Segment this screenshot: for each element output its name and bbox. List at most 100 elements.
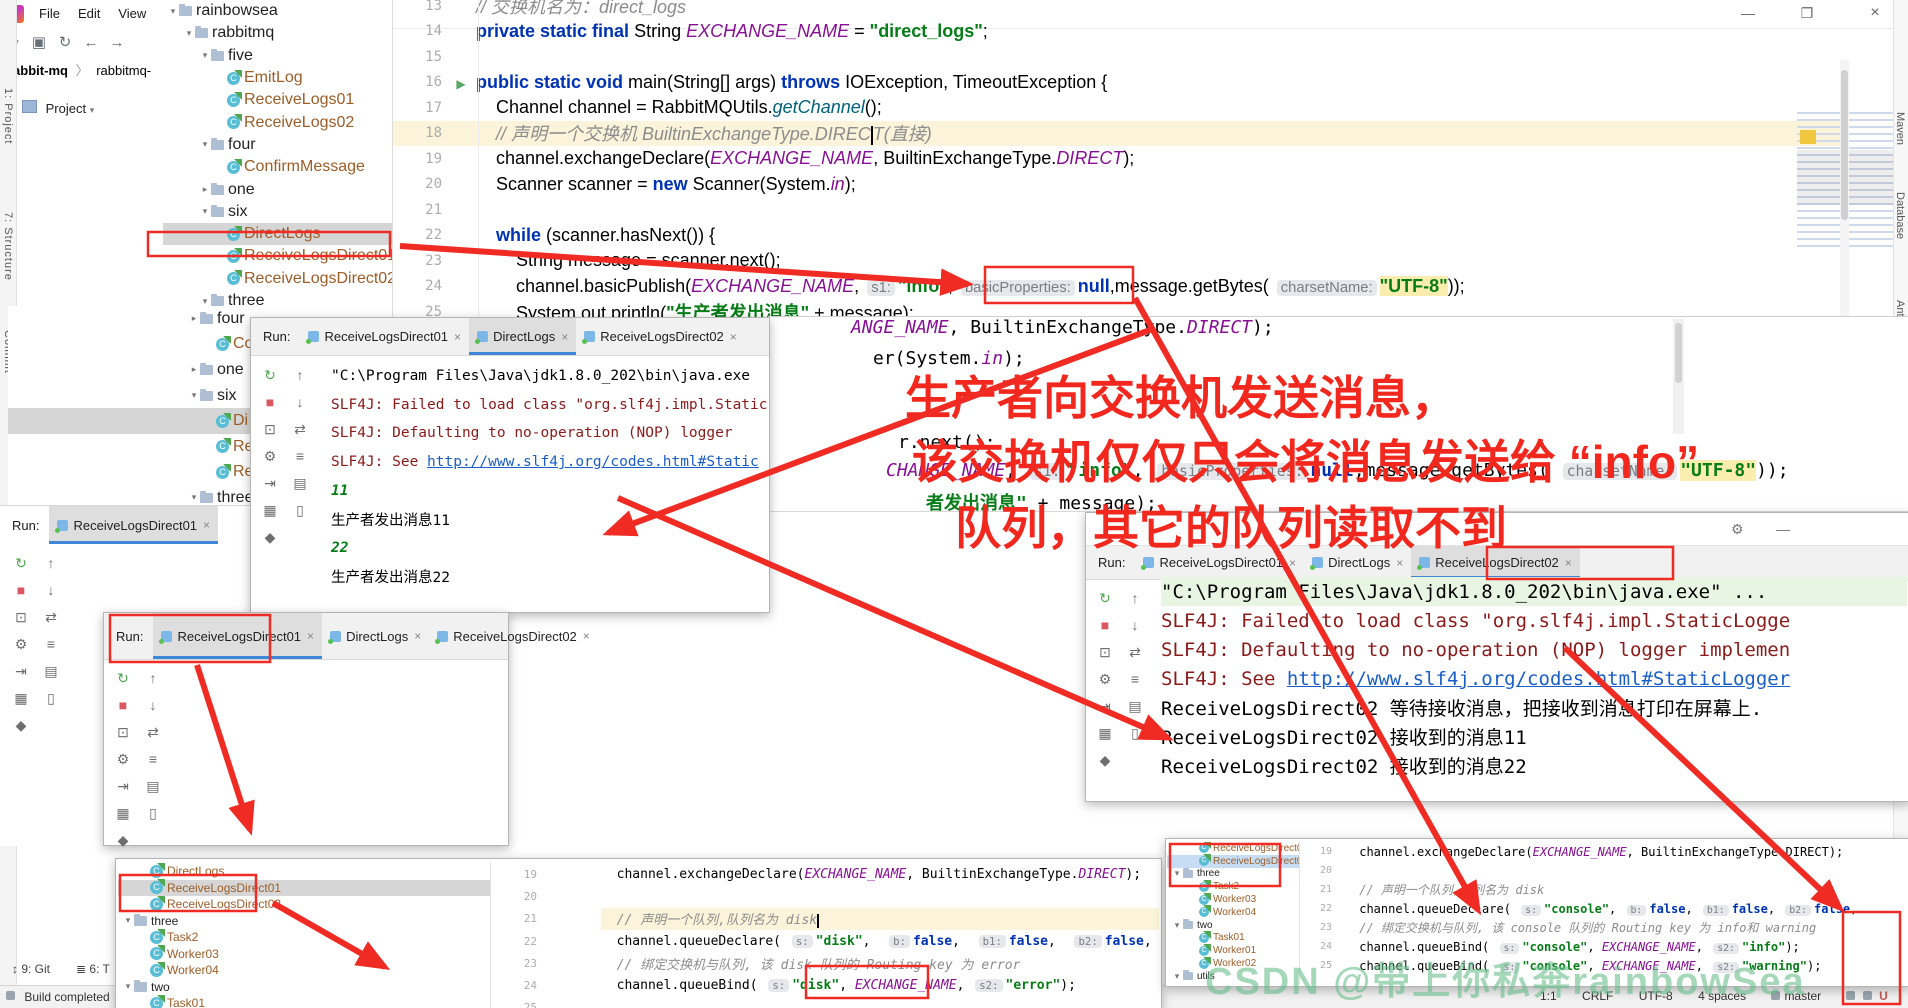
tree-item-rainbowsea[interactable]: ▾ rainbowsea — [163, 0, 392, 22]
toolwindow-database-button[interactable]: Database — [1894, 192, 1906, 239]
camera-icon[interactable]: ⊡ — [108, 719, 138, 746]
stop-icon[interactable]: ■ — [255, 389, 285, 416]
tree-item-receivelogsdirect01[interactable]: C ReceiveLogsDirect01 — [163, 245, 392, 267]
tree-item-task2[interactable]: C Task2 — [118, 929, 490, 946]
lock-icon[interactable] — [1846, 991, 1856, 1000]
toolbar-icon[interactable]: ← — [78, 28, 104, 58]
tree-item-four[interactable]: ▾ four — [163, 134, 392, 156]
chevron-down-icon[interactable]: ▾ — [1171, 971, 1183, 982]
tree-item-six[interactable]: ▾ six — [8, 383, 250, 409]
tree-item-receivelogsdirect01[interactable]: C ReceiveLogsDirect01 — [118, 879, 490, 896]
close-icon[interactable]: × — [561, 330, 568, 344]
exit-icon[interactable]: ⇥ — [255, 470, 285, 497]
tree-item-worker03[interactable]: C Worker03 — [118, 946, 490, 963]
menu-item[interactable]: File — [39, 0, 60, 28]
tree-item-re[interactable]: C Re — [8, 460, 250, 486]
pin-icon[interactable]: ◆ — [108, 827, 138, 854]
editor[interactable]: channel.exchangeDeclare(EXCHANGE_NAME, B… — [601, 863, 1159, 1008]
down-icon[interactable]: ↓ — [36, 577, 66, 604]
chevron-down-icon[interactable]: ▾ — [122, 915, 134, 926]
up-icon[interactable]: ↑ — [138, 665, 168, 692]
print-icon[interactable]: ▤ — [138, 773, 168, 800]
up-icon[interactable]: ↑ — [1120, 585, 1150, 612]
tree-item-directlogs[interactable]: C DirectLogs — [118, 863, 490, 880]
scroll-icon[interactable]: ≡ — [1120, 666, 1150, 693]
toolbar-icon[interactable]: ↻ — [52, 28, 78, 58]
gear-icon[interactable]: ⚙ — [1731, 521, 1744, 538]
up-icon[interactable]: ↑ — [285, 362, 315, 389]
rerun-icon[interactable]: ↻ — [108, 665, 138, 692]
grid-icon[interactable] — [6, 991, 15, 1000]
scroll-icon[interactable]: ≡ — [138, 746, 168, 773]
print-icon[interactable]: ▤ — [285, 470, 315, 497]
project-panel-header[interactable]: Project ▾ — [16, 96, 163, 122]
chevron-right-icon[interactable]: ▸ — [199, 184, 211, 195]
run-tab-receivelogsdirect01[interactable]: ReceiveLogsDirect01 × — [49, 506, 219, 544]
pin-icon[interactable]: ◆ — [1090, 747, 1120, 774]
toolwindow-project-button[interactable]: 1: Project — [2, 88, 14, 144]
breadcrumb[interactable]: rabbit-mq 〉 rabbitmq- — [0, 58, 163, 84]
exit-icon[interactable]: ⇥ — [1090, 693, 1120, 720]
run-tab-directlogs[interactable]: DirectLogs × — [469, 318, 577, 355]
breadcrumb-module[interactable]: rabbitmq- — [96, 63, 151, 78]
chevron-down-icon[interactable]: ▾ — [199, 206, 211, 217]
exit-icon[interactable]: ⇥ — [108, 773, 138, 800]
print-icon[interactable]: ▤ — [1120, 693, 1150, 720]
layout-icon[interactable]: ▦ — [6, 685, 36, 712]
layout-icon[interactable]: ▦ — [255, 497, 285, 524]
close-icon[interactable]: × — [414, 629, 421, 643]
tree-item-five[interactable]: ▾ five — [163, 45, 392, 67]
tree-item-receivelogs02[interactable]: C ReceiveLogs02 — [163, 111, 392, 133]
chevron-down-icon[interactable]: ▾ — [199, 296, 211, 307]
close-icon[interactable]: × — [454, 330, 461, 344]
tree-item-two[interactable]: ▾ two — [1167, 919, 1299, 932]
tree-item-task2[interactable]: C Task2 — [1167, 880, 1299, 893]
toolwindow-structure-button[interactable]: 7: Structure — [2, 212, 14, 281]
chevron-down-icon[interactable]: ▾ — [199, 50, 211, 61]
tree-item-receivelogsdirect02[interactable]: C ReceiveLogsDirect02 — [118, 896, 490, 913]
tree-item-confirmmessage[interactable]: C ConfirmMessage — [163, 156, 392, 178]
menu-item[interactable]: View — [118, 0, 146, 28]
toolbar-icon[interactable]: ▣ — [26, 28, 52, 58]
tree-item-rabbitmq[interactable]: ▾ rabbitmq — [163, 22, 392, 44]
tree-item-worker04[interactable]: C Worker04 — [118, 962, 490, 979]
tree-item-worker04[interactable]: C Worker04 — [1167, 906, 1299, 919]
down-icon[interactable]: ↓ — [138, 692, 168, 719]
up-icon[interactable]: ↑ — [36, 550, 66, 577]
wrap-icon[interactable]: ⇄ — [1120, 639, 1150, 666]
tree-item-six[interactable]: ▾ six — [163, 201, 392, 223]
close-icon[interactable]: × — [203, 518, 210, 532]
chevron-down-icon[interactable]: ▾ — [199, 139, 211, 150]
tree-item-receivelogsdirect02[interactable]: C ReceiveLogsDirect02 — [163, 268, 392, 290]
wrap-icon[interactable]: ⇄ — [36, 604, 66, 631]
scroll-icon[interactable]: ≡ — [36, 631, 66, 658]
chevron-right-icon[interactable]: ▸ — [188, 364, 200, 375]
toolwindow-git-button[interactable]: ↕ 9: Git — [12, 962, 50, 976]
stop-icon[interactable]: ■ — [108, 692, 138, 719]
tree-item-two[interactable]: ▾ two — [118, 979, 490, 996]
rerun-icon[interactable]: ↻ — [255, 362, 285, 389]
trash-icon[interactable]: ▯ — [1120, 720, 1150, 747]
close-icon[interactable]: × — [730, 330, 737, 344]
print-icon[interactable]: ▤ — [36, 658, 66, 685]
stop-icon[interactable]: ■ — [1090, 612, 1120, 639]
tree-item-receivelogsdirect02[interactable]: C ReceiveLogsDirect02 — [1167, 854, 1299, 868]
chevron-down-icon[interactable]: ▾ — [183, 28, 195, 39]
trash-icon[interactable]: ▯ — [285, 497, 315, 524]
run-tab-receivelogsdirect02[interactable]: ReceiveLogsDirect02 × — [576, 318, 745, 355]
console-output[interactable]: "C:\Program Files\Java\jdk1.8.0_202\bin\… — [1161, 577, 1907, 780]
tree-item-one[interactable]: ▸ one — [8, 357, 250, 383]
run-line-icon[interactable]: ▶ — [456, 77, 465, 91]
hector-icon[interactable] — [1862, 991, 1872, 1000]
down-icon[interactable]: ↓ — [285, 389, 315, 416]
trash-icon[interactable]: ▯ — [138, 800, 168, 827]
down-icon[interactable]: ↓ — [1120, 612, 1150, 639]
close-icon[interactable]: × — [307, 629, 314, 643]
editor-scrollbar[interactable] — [1673, 319, 1684, 434]
scroll-icon[interactable]: ≡ — [285, 443, 315, 470]
chevron-right-icon[interactable]: ▸ — [188, 313, 200, 324]
stop-icon[interactable]: ■ — [6, 577, 36, 604]
camera-icon[interactable]: ⊡ — [255, 416, 285, 443]
pin-icon[interactable]: ◆ — [6, 712, 36, 739]
layout-icon[interactable]: ▦ — [108, 800, 138, 827]
